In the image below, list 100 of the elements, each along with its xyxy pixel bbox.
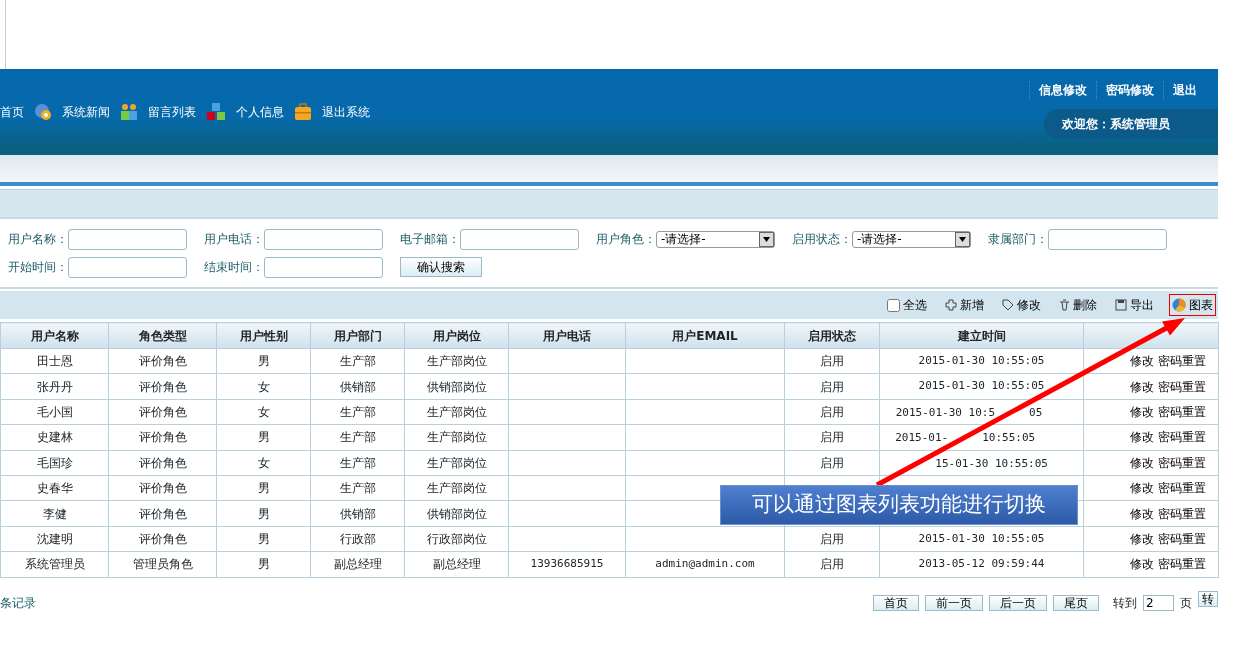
table-cell: 男 xyxy=(216,526,311,552)
field-label: 启用状态： xyxy=(792,231,852,248)
plus-icon xyxy=(945,299,957,311)
table-cell: 10:55:05 xyxy=(982,430,1036,447)
row-action-link[interactable]: 密码重置 xyxy=(1157,404,1206,419)
row-action-link[interactable]: 密码重置 xyxy=(1157,557,1206,572)
search-button[interactable]: 确认搜索 xyxy=(400,257,482,277)
goto-label: 转到 xyxy=(1113,594,1137,612)
go-button[interactable]: 转 xyxy=(1198,590,1218,607)
header-link[interactable]: 退出 xyxy=(1163,81,1206,99)
field-label: 用户角色： xyxy=(596,231,656,248)
checkbox[interactable] xyxy=(887,298,900,312)
table-cell: 女 xyxy=(216,450,311,476)
table-cell-text: 2015-01-30 10:5 xyxy=(895,404,996,421)
toolbar-button[interactable]: 删除 xyxy=(1056,294,1100,316)
header-link[interactable]: 密码修改 xyxy=(1096,81,1163,99)
row-action-link[interactable]: 修改 xyxy=(1130,506,1154,521)
nav-link[interactable]: 退出系统 xyxy=(322,103,370,121)
nav-link[interactable]: 首页 xyxy=(0,103,24,121)
table-cell: 生产部 xyxy=(310,424,405,451)
table-cell: 生产部岗位 xyxy=(404,450,509,476)
toolbar-button[interactable]: 图表 xyxy=(1169,294,1216,316)
toolbar-button[interactable]: 导出 xyxy=(1112,294,1157,316)
table-cell: 男 xyxy=(216,475,311,501)
row-action-link[interactable]: 密码重置 xyxy=(1157,506,1206,521)
column-header: 用户电话 xyxy=(508,322,626,349)
row-action-link[interactable]: 密码重置 xyxy=(1157,379,1206,394)
input-field[interactable] xyxy=(264,256,383,278)
table-cell: 13936685915 xyxy=(508,551,626,577)
row-action-link[interactable]: 修改 xyxy=(1130,379,1154,394)
table-cell: 田士恩 xyxy=(0,348,109,374)
field-label: 用户名称： xyxy=(8,231,68,248)
pager-button[interactable]: 首页 xyxy=(873,594,919,611)
table-cell: admin@admin.com xyxy=(625,551,785,577)
column-header: 用户性别 xyxy=(216,322,311,349)
row-action-link[interactable]: 修改 xyxy=(1130,455,1154,470)
row-action-link[interactable]: 密码重置 xyxy=(1157,455,1206,470)
select-field[interactable]: -请选择- xyxy=(656,230,775,248)
row-action-link[interactable]: 修改 xyxy=(1130,481,1154,496)
row-action-link[interactable]: 修改 xyxy=(1130,430,1154,445)
row-action-link[interactable]: 修改 xyxy=(1130,354,1154,369)
field-label: 用户电话： xyxy=(204,231,264,248)
table-cell: 15-01-30 10:55:05 xyxy=(935,456,1048,470)
table-cell: 副总经理 xyxy=(310,551,405,577)
annotation-callout: 可以通过图表列表功能进行切换 xyxy=(720,485,1078,525)
row-action-link[interactable]: 修改 xyxy=(1130,404,1154,419)
pager-button[interactable]: 后一页 xyxy=(989,594,1047,611)
row-action-link[interactable]: 密码重置 xyxy=(1157,481,1206,496)
toolbar-button[interactable]: 修改 xyxy=(999,294,1044,316)
header-link[interactable]: 信息修改 xyxy=(1029,81,1096,99)
page-input[interactable]: 2 xyxy=(1143,594,1174,611)
table-cell: 生产部岗位 xyxy=(404,348,509,374)
input-field[interactable] xyxy=(264,228,383,250)
dropdown-arrow-icon xyxy=(959,236,966,242)
input-field[interactable] xyxy=(68,228,187,250)
select-all-label: 全选 xyxy=(903,297,927,314)
table-cell: 张丹丹 xyxy=(0,373,109,400)
table-cell: 启用 xyxy=(784,450,880,476)
table-cell: 男 xyxy=(216,348,311,374)
column-header: 角色类型 xyxy=(108,322,217,349)
row-action-link[interactable]: 密码重置 xyxy=(1157,531,1206,546)
table-cell: 生产部 xyxy=(310,399,405,425)
table-cell: 毛小国 xyxy=(0,399,109,425)
table-cell-text: 05 xyxy=(1029,404,1043,421)
table-cell: 2015-01-30 10:55:05 xyxy=(879,526,1084,552)
row-action-link[interactable]: 修改 xyxy=(1130,557,1154,572)
briefcase-icon xyxy=(294,103,312,121)
input-field[interactable] xyxy=(68,256,187,278)
table-cell: 启用 xyxy=(784,424,880,451)
column-header: 建立时间 xyxy=(879,322,1084,349)
row-action-link[interactable]: 修改 xyxy=(1130,531,1154,546)
table-cell: 史建林 xyxy=(0,424,109,451)
cubes-icon xyxy=(206,102,226,122)
welcome-text: 欢迎您：系统管理员 xyxy=(1044,109,1218,139)
table-cell: 史春华 xyxy=(0,475,109,501)
row-action-link[interactable]: 密码重置 xyxy=(1157,430,1206,445)
table-cell: 生产部 xyxy=(310,348,405,374)
row-action-link[interactable]: 密码重置 xyxy=(1157,354,1206,369)
table-cell: 沈建明 xyxy=(0,526,109,552)
input-field[interactable] xyxy=(1048,228,1167,250)
table-cell: 女 xyxy=(216,373,311,400)
select-field[interactable]: -请选择- xyxy=(852,230,971,248)
input-field[interactable] xyxy=(460,228,579,250)
column-header: 启用状态 xyxy=(784,322,880,349)
table-cell: 启用 xyxy=(784,526,880,552)
pager-button[interactable]: 尾页 xyxy=(1053,594,1099,611)
table-cell: 2013-05-12 09:59:44 xyxy=(879,551,1084,577)
nav-link[interactable]: 系统新闻 xyxy=(62,103,110,121)
table-cell: 评价角色 xyxy=(108,399,217,425)
field-label: 开始时间： xyxy=(8,259,68,276)
pager-button[interactable]: 前一页 xyxy=(925,594,983,611)
nav-link[interactable]: 个人信息 xyxy=(236,103,284,121)
table-cell: 生产部 xyxy=(310,450,405,476)
table-cell: 启用 xyxy=(784,399,880,425)
table-cell: 启用 xyxy=(784,348,880,374)
table-cell: 系统管理员 xyxy=(0,551,109,577)
table-cell: 毛国珍 xyxy=(0,450,109,476)
nav-link[interactable]: 留言列表 xyxy=(148,103,196,121)
gear-icon xyxy=(34,103,52,121)
toolbar-button[interactable]: 新增 xyxy=(942,294,987,316)
